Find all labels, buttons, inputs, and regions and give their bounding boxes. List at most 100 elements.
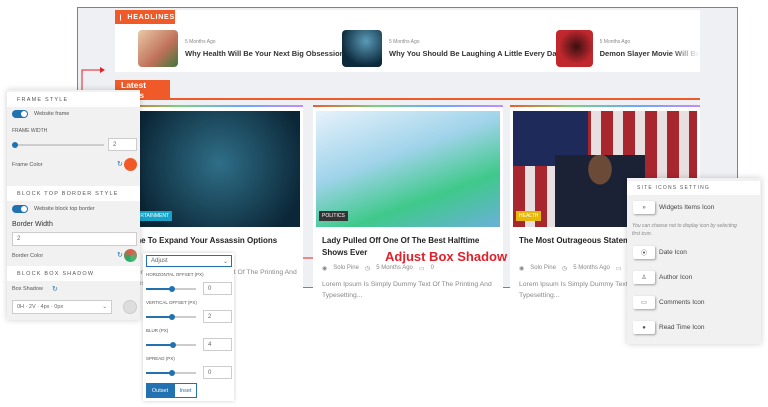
user-icon: ♙	[641, 275, 647, 281]
slider-handle[interactable]	[169, 369, 175, 376]
horizontal-offset-input[interactable]: 0	[203, 282, 232, 295]
post-meta: ◉Solo Pine◷5 Months Ago▭0	[519, 265, 631, 272]
horizontal-offset-slider[interactable]	[146, 285, 196, 292]
section-frame-style: FRAME STYLE	[7, 92, 140, 107]
shadow-color-swatch[interactable]	[123, 300, 137, 314]
comments-icon-label: Comments Icon	[659, 299, 705, 306]
headline-item[interactable]: 5 Months Ago Why You Should Be Laughing A…	[342, 30, 561, 67]
author-icon-label: Author Icon	[659, 274, 693, 281]
reset-icon[interactable]: ↻	[117, 251, 123, 259]
slider-handle[interactable]	[169, 285, 175, 292]
frame-width-input[interactable]: 2	[108, 138, 137, 151]
site-icons-panel: SITE ICONS SETTING » Widgets Items Icon …	[627, 178, 761, 344]
section-block-box-shadow: BLOCK BOX SHADOW	[7, 266, 140, 281]
post-author[interactable]: Solo Pine	[530, 265, 556, 272]
block-top-border-toggle[interactable]	[12, 205, 28, 213]
spread-label: SPREAD (PX)	[146, 356, 175, 361]
reset-icon[interactable]: ↻	[117, 160, 123, 168]
outset-button[interactable]: Outset	[146, 383, 174, 398]
author-icon: ◉	[322, 266, 328, 272]
vertical-offset-slider[interactable]	[146, 313, 196, 320]
box-shadow-label: Box Shadow	[12, 286, 43, 292]
website-frame-toggle[interactable]	[12, 110, 28, 118]
border-color-swatch[interactable]	[124, 249, 137, 262]
headline-item[interactable]: 5 Months Ago Why Health Will Be Your Next…	[138, 30, 344, 67]
tab-underline	[115, 98, 700, 100]
section-block-top-border: BLOCK TOP BORDER STYLE	[7, 186, 140, 201]
vertical-offset-input[interactable]: 2	[203, 310, 232, 323]
chevron-down-icon: ⌄	[102, 304, 107, 310]
post-card[interactable]: POLITICS Lady Pulled Off One Of The Best…	[313, 105, 503, 305]
blur-input[interactable]: 4	[203, 338, 232, 351]
stopwatch-icon: ●	[642, 324, 646, 331]
post-date: 5 Months Ago	[376, 265, 413, 271]
comments-icon-picker[interactable]: ▭	[633, 296, 655, 309]
site-icons-title: SITE ICONS SETTING	[627, 181, 760, 195]
horizontal-offset-label: HORIZONTAL OFFSET (PX)	[146, 272, 204, 277]
spread-slider[interactable]	[146, 369, 196, 376]
annotation-label: Adjust Box Shadow	[385, 249, 508, 264]
slider-handle[interactable]	[12, 141, 18, 148]
comment-icon: ▭	[615, 266, 622, 272]
clock-icon: ◷	[561, 266, 568, 272]
date-icon-picker[interactable]: ⦿	[633, 246, 655, 259]
border-color-label: Border Color	[12, 253, 44, 259]
reset-icon[interactable]: ↻	[52, 285, 58, 293]
frame-color-label: Frame Color	[12, 162, 43, 168]
comments-icon: ▭	[641, 300, 647, 306]
post-meta: ◉Solo Pine◷5 Months Ago▭0	[322, 265, 434, 272]
headline-title[interactable]: Why You Should Be Laughing A Little Ever…	[389, 49, 561, 58]
headline-thumbnail	[556, 30, 593, 67]
widgets-icon-picker[interactable]: »	[633, 201, 655, 214]
category-badge[interactable]: HEALTH	[516, 211, 542, 221]
frame-width-label: FRAME WIDTH	[12, 128, 48, 134]
headline-date: 5 Months Ago	[599, 39, 631, 45]
slider-handle[interactable]	[169, 313, 175, 320]
clock-icon: ◷	[364, 266, 371, 272]
spread-input[interactable]: 0	[203, 366, 232, 379]
icon-hint: You can choose not to display icon by se…	[632, 223, 737, 237]
post-image	[316, 111, 500, 227]
date-icon-label: Date Icon	[659, 249, 687, 256]
inset-button[interactable]: Inset	[174, 383, 197, 398]
headline-thumbnail	[138, 30, 178, 67]
author-icon: ◉	[519, 266, 525, 272]
shadow-mode-value: Adjust	[151, 258, 168, 264]
headline-title[interactable]: Demon Slayer Movie Will Be	[600, 49, 700, 58]
box-shadow-value: 0H · 2V · 4px · 0px	[17, 304, 64, 310]
border-width-input[interactable]: 2	[12, 232, 137, 246]
headline-date: 5 Months Ago	[185, 39, 216, 45]
read-time-icon-label: Read Time Icon	[659, 324, 705, 331]
double-chevron-icon: »	[642, 204, 646, 211]
frame-width-slider[interactable]	[12, 141, 104, 148]
slider-handle[interactable]	[170, 341, 176, 348]
blur-label: BLUR (PX)	[146, 328, 169, 333]
read-time-icon-picker[interactable]: ●	[633, 321, 655, 334]
box-shadow-select[interactable]: 0H · 2V · 4px · 0px ⌄	[12, 300, 112, 314]
headline-date: 5 Months Ago	[389, 39, 420, 45]
headline-item[interactable]: 5 Months Ago Demon Slayer Movie Will Be	[556, 30, 700, 67]
box-shadow-popup: Adjust ⌄ HORIZONTAL OFFSET (PX) 0 VERTICA…	[143, 253, 234, 401]
website-frame-label: Website frame	[34, 111, 70, 117]
post-date: 5 Months Ago	[573, 265, 610, 271]
author-icon-picker[interactable]: ♙	[633, 271, 655, 284]
border-width-label: Border Width	[12, 221, 53, 228]
post-image	[121, 111, 300, 227]
category-badge[interactable]: POLITICS	[319, 211, 348, 221]
headline-title[interactable]: Why Health Will Be Your Next Big Obsessi…	[185, 49, 344, 58]
headlines-icon	[120, 13, 122, 21]
comment-icon: ▭	[418, 266, 425, 272]
block-top-border-label: Website block top border	[34, 206, 95, 212]
headline-thumbnail	[342, 30, 382, 67]
frame-color-swatch[interactable]	[124, 158, 137, 171]
headlines-badge: HEADLINES	[115, 10, 175, 24]
chevron-down-icon: ⌄	[222, 258, 228, 265]
blur-slider[interactable]	[146, 341, 196, 348]
target-icon: ⦿	[640, 251, 647, 257]
post-excerpt: Lorem Ipsum Is Simply Dummy Text Of The …	[322, 281, 492, 299]
post-author[interactable]: Solo Pine	[333, 265, 359, 272]
vertical-offset-label: VERTICAL OFFSET (PX)	[146, 300, 197, 305]
post-title[interactable]: Time To Expand Your Assassin Options	[127, 235, 297, 247]
shadow-mode-select[interactable]: Adjust ⌄	[146, 255, 232, 267]
customizer-panel: FRAME STYLE Website frame FRAME WIDTH 2 …	[7, 90, 140, 320]
